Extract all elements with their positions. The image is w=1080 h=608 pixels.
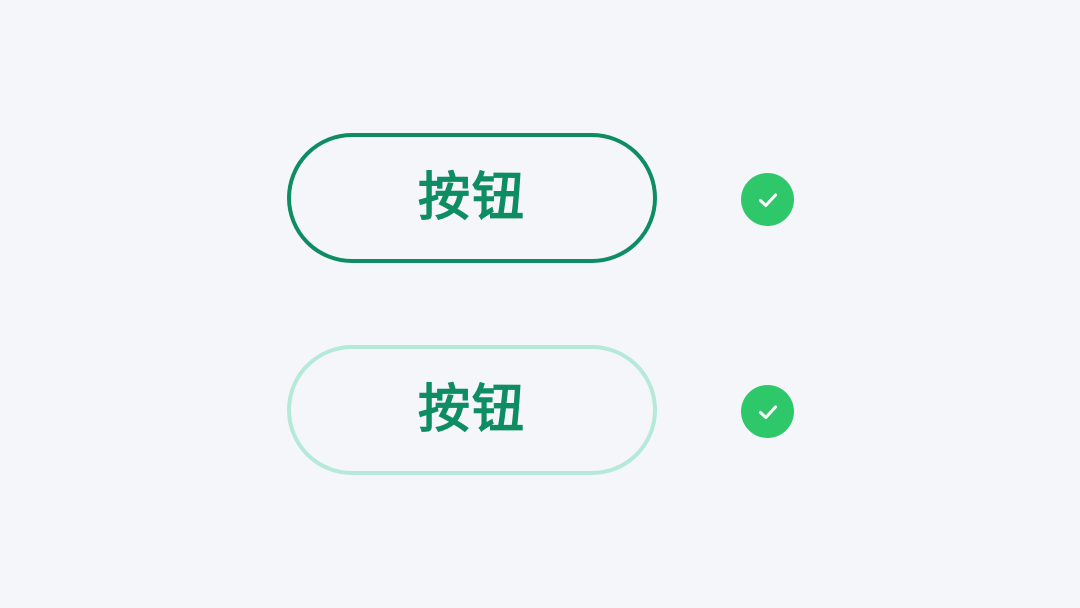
button-row-1: 按钮 bbox=[0, 133, 1080, 263]
primary-outline-button[interactable]: 按钮 bbox=[287, 133, 657, 263]
check-mark-icon bbox=[758, 405, 777, 419]
check-circle-icon bbox=[741, 385, 794, 438]
check-circle-icon bbox=[741, 173, 794, 226]
button-label: 按钮 bbox=[417, 380, 526, 440]
light-outline-button[interactable]: 按钮 bbox=[287, 345, 657, 475]
check-mark-icon bbox=[758, 193, 777, 207]
button-label: 按钮 bbox=[417, 168, 526, 228]
button-row-2: 按钮 bbox=[0, 345, 1080, 475]
